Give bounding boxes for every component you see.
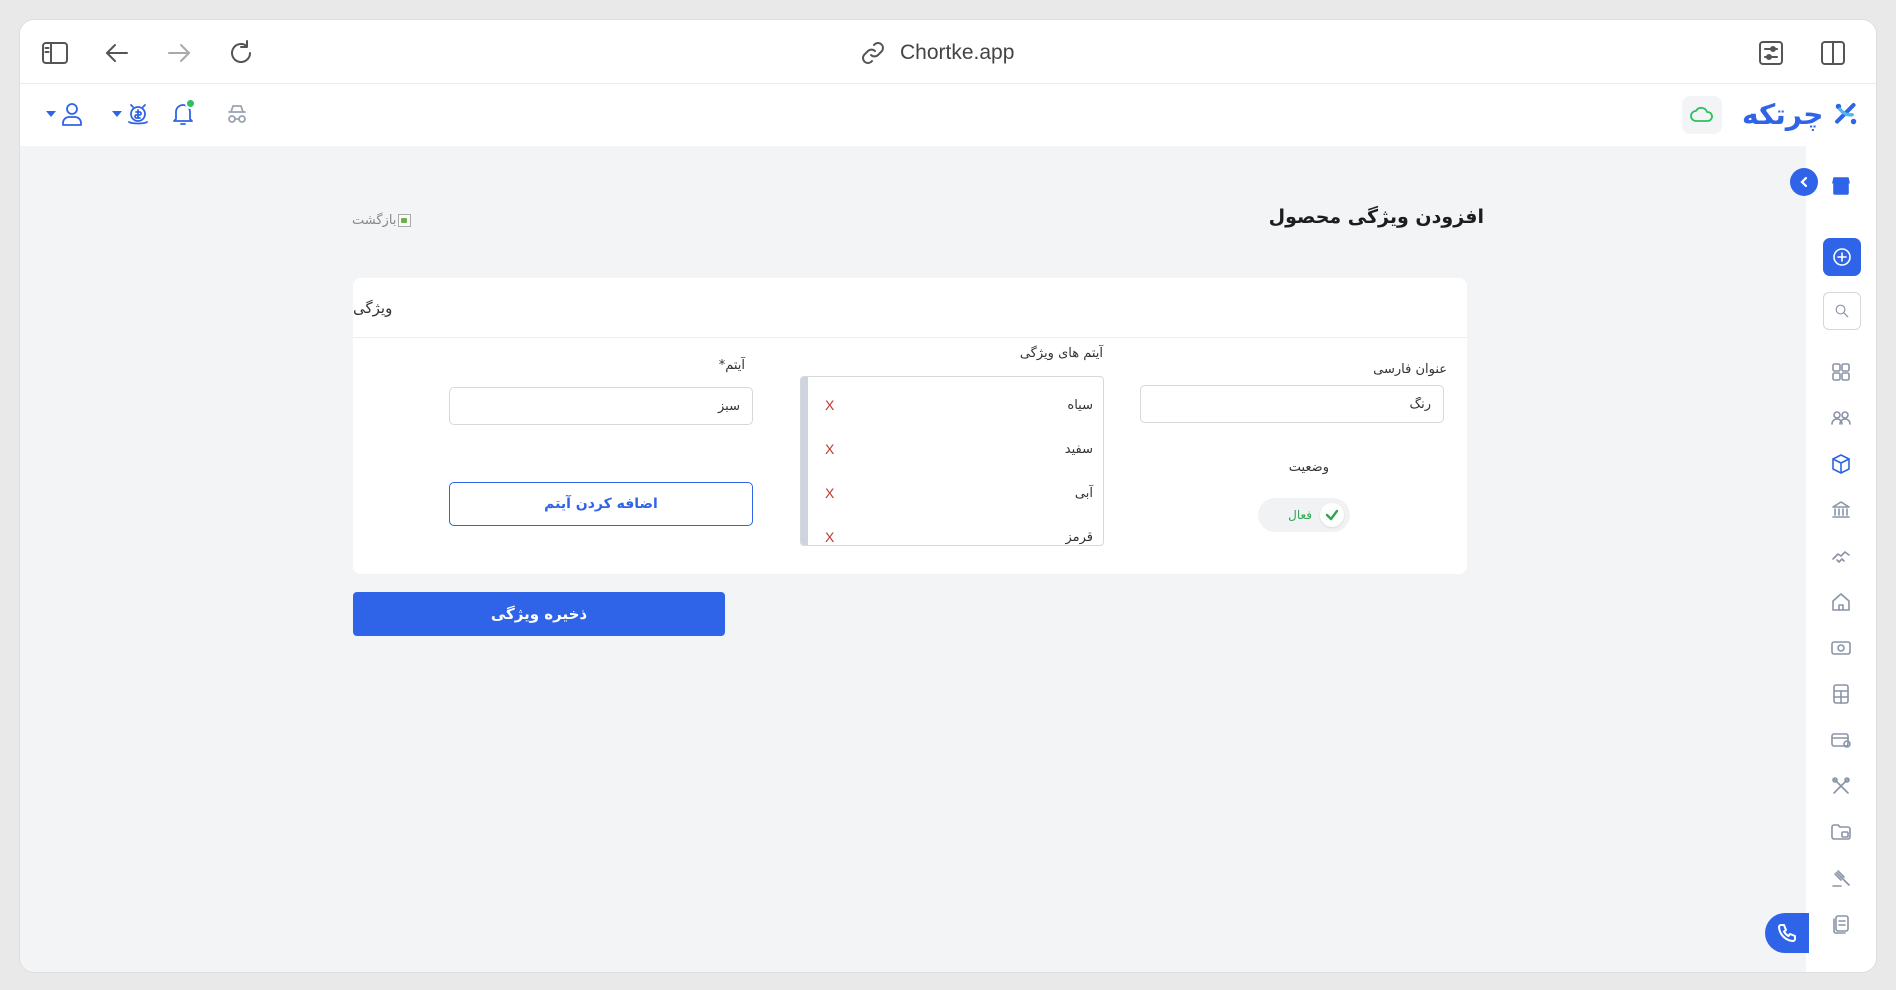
card-title: ویژگی [353, 278, 1467, 338]
status-value: فعال [1288, 508, 1312, 522]
status-toggle[interactable]: فعال [1258, 498, 1350, 532]
back-link[interactable]: بازگشت [352, 213, 412, 228]
list-item: قرمز X [825, 525, 1093, 545]
settings-sliders-icon[interactable] [1754, 36, 1788, 70]
items-scrollbar[interactable] [801, 377, 808, 545]
cash-icon[interactable] [1823, 630, 1859, 666]
plus-icon [1833, 248, 1851, 266]
items-label: آیتم های ویژگی [1019, 346, 1103, 361]
split-view-icon[interactable] [1816, 36, 1850, 70]
main-content: افزودن ویژگی محصول بازگشت ویژگی عنوان فا… [20, 146, 1806, 972]
coin-icon [128, 104, 148, 125]
dashboard-grid-icon[interactable] [1823, 354, 1859, 390]
browser-window: Chortke.app چرتکه افزودن ویژگی محصول باز… [20, 20, 1876, 972]
browser-toolbar: Chortke.app [20, 20, 1876, 84]
items-list[interactable]: سیاه X سفید X آبی X قرمز X [800, 376, 1104, 546]
page-title: افزودن ویژگی محصول [1268, 206, 1484, 228]
search-icon [1835, 304, 1849, 318]
home-icon[interactable] [1823, 584, 1859, 620]
persian-title-input[interactable] [1140, 385, 1444, 423]
back-link-label: بازگشت [352, 213, 397, 228]
back-image-icon [398, 214, 412, 227]
sync-status[interactable] [1682, 96, 1722, 134]
attribute-card: ویژگی عنوان فارسی وضعیت فعال آیتم های وی… [353, 278, 1467, 574]
chevron-down-icon [112, 111, 122, 117]
product-box-icon[interactable] [1823, 446, 1859, 482]
wallet-menu[interactable] [112, 98, 151, 130]
item-value: سیاه [1067, 397, 1093, 413]
back-arrow-icon[interactable] [100, 36, 134, 70]
item-value: سفید [1064, 441, 1093, 457]
folder-lock-icon[interactable] [1823, 814, 1859, 850]
item-value: آبی [1074, 485, 1093, 501]
address-bar[interactable]: Chortke.app [860, 38, 1014, 68]
sidebar-toggle-icon[interactable] [38, 36, 72, 70]
list-item: سیاه X [825, 393, 1093, 417]
item-value: قرمز [1065, 529, 1093, 545]
remove-item-button[interactable]: X [825, 397, 834, 413]
handshake-icon[interactable] [1823, 538, 1859, 574]
notification-badge [185, 98, 196, 109]
user-icon [62, 103, 82, 126]
brand-logo-icon [1835, 103, 1857, 125]
url-text: Chortke.app [900, 41, 1015, 64]
store-icon[interactable] [1823, 168, 1859, 204]
remove-item-button[interactable]: X [825, 441, 834, 457]
add-item-button[interactable]: اضافه کردن آیتم [449, 482, 753, 526]
remove-item-button[interactable]: X [825, 529, 834, 545]
chevron-down-icon [46, 111, 56, 117]
user-menu[interactable] [46, 98, 85, 130]
item-input[interactable] [449, 387, 753, 425]
tools-icon[interactable] [1823, 768, 1859, 804]
sidebar-collapse-button[interactable] [1790, 168, 1818, 196]
item-label: آیتم* [718, 358, 745, 373]
list-item: سفید X [825, 437, 1093, 461]
brand-name: چرتکه [1742, 97, 1824, 131]
forward-arrow-icon[interactable] [162, 36, 196, 70]
add-new-button[interactable] [1823, 238, 1861, 276]
users-icon[interactable] [1823, 400, 1859, 436]
status-label: وضعیت [1288, 460, 1329, 475]
calculator-icon[interactable] [1823, 676, 1859, 712]
support-call-button[interactable] [1765, 913, 1809, 953]
link-icon [862, 42, 884, 64]
incognito-button[interactable] [224, 98, 250, 130]
chevron-left-icon [1800, 176, 1808, 188]
app-header: چرتکه [20, 84, 1876, 146]
documents-icon[interactable] [1823, 906, 1859, 942]
remove-item-button[interactable]: X [825, 485, 834, 501]
persian-title-label: عنوان فارسی [1373, 362, 1447, 377]
gavel-icon[interactable] [1823, 860, 1859, 896]
sidebar-search-button[interactable] [1823, 292, 1861, 330]
wallet-icon[interactable] [1823, 722, 1859, 758]
list-item: آبی X [825, 481, 1093, 505]
phone-icon [1778, 924, 1796, 942]
save-attribute-button[interactable]: ذخیره ویژگی [353, 592, 725, 636]
bank-icon[interactable] [1823, 492, 1859, 528]
incognito-icon [228, 105, 246, 123]
reload-icon[interactable] [224, 36, 258, 70]
notifications-button[interactable] [170, 98, 196, 130]
right-sidebar [1806, 146, 1876, 972]
check-icon [1320, 503, 1344, 527]
cloud-icon [1690, 106, 1713, 122]
brand[interactable]: چرتکه [1742, 94, 1859, 134]
